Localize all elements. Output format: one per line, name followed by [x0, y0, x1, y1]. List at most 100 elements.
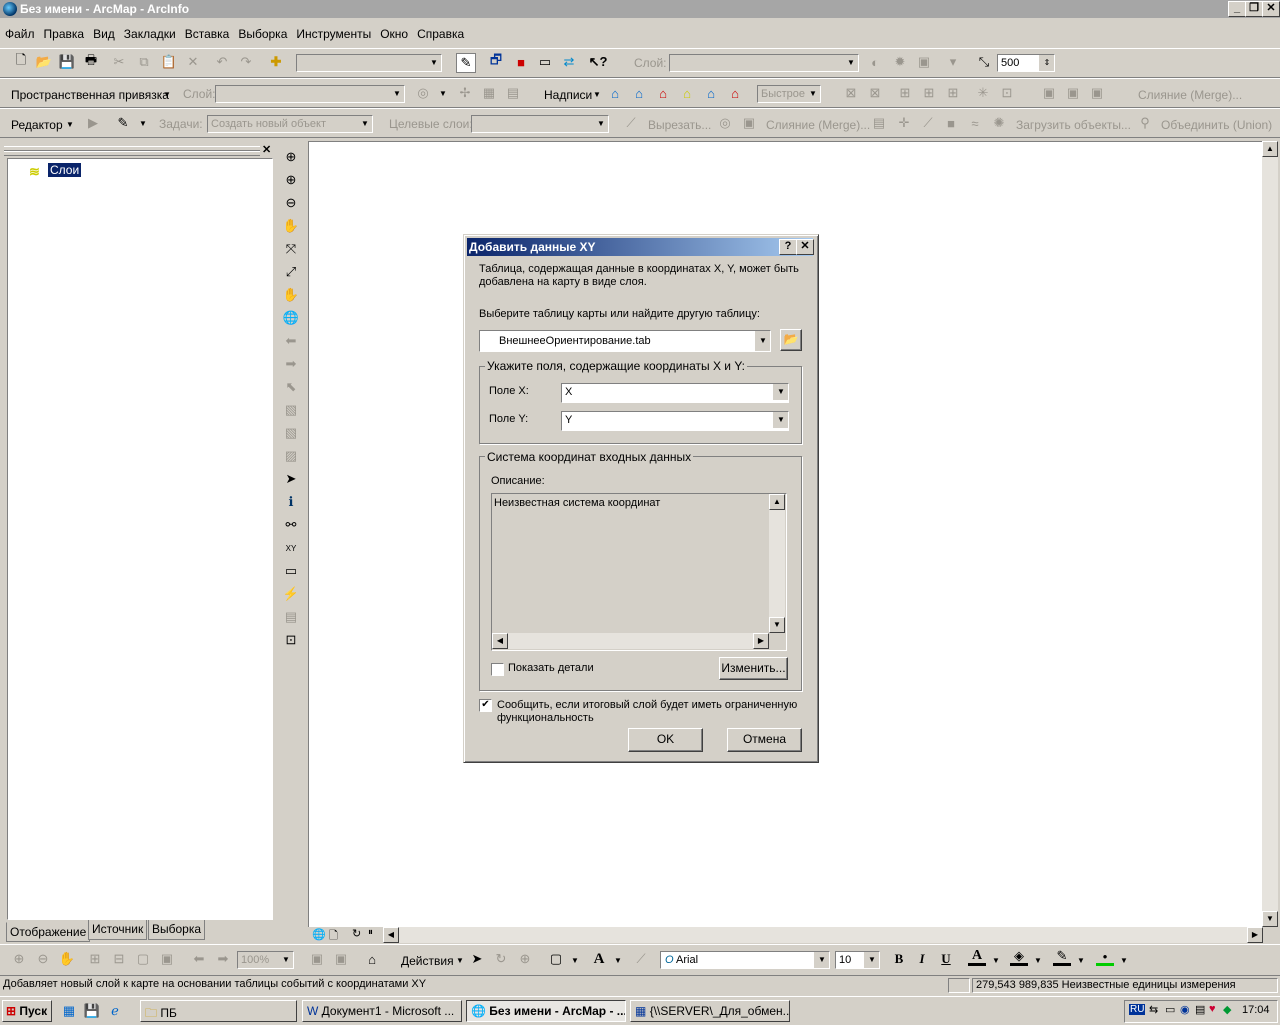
desc-scroll-left[interactable]: ◀ — [492, 633, 508, 649]
cancel-button[interactable]: Отмена — [727, 728, 802, 752]
geo-tool-9-icon[interactable]: ▣ — [1064, 84, 1082, 102]
font-combo[interactable]: O Arial ▼ — [660, 951, 830, 969]
select-elements-icon[interactable]: ▧ — [282, 424, 300, 442]
cut-icon[interactable]: ✂ — [110, 53, 128, 71]
contrast-icon[interactable]: ◐ — [866, 53, 884, 71]
zoom-in-icon[interactable]: ⊕ — [282, 148, 300, 166]
zoom-to-elements-icon[interactable]: ⊕ — [516, 950, 534, 968]
snap-env-icon[interactable]: ≈ — [966, 114, 984, 132]
change-button[interactable]: Изменить... — [719, 657, 788, 680]
select-features-icon[interactable]: ⬉ — [282, 378, 300, 396]
show-desktop-icon[interactable]: ▦ — [60, 1002, 78, 1020]
merge-label-2[interactable]: Слияние (Merge)... — [1138, 88, 1242, 102]
actions-menu[interactable]: Действия — [401, 954, 454, 968]
label-weight-icon[interactable]: ⌂ — [678, 84, 696, 102]
description-vscroll[interactable]: ▲ ▼ — [769, 494, 785, 633]
find-icon[interactable]: ⚯ — [282, 516, 300, 534]
move-icon[interactable]: ✛ — [895, 114, 913, 132]
pan-disabled-icon[interactable]: ✋ — [282, 217, 300, 235]
show-details-checkbox[interactable] — [491, 663, 504, 676]
attributes-icon[interactable]: ▤ — [870, 114, 888, 132]
page-pan-icon[interactable]: ✋ — [58, 950, 76, 968]
bold-button[interactable]: B — [890, 950, 908, 968]
labels-dropdown-icon[interactable]: ▼ — [588, 85, 606, 103]
line-color-icon[interactable]: ✎ — [1053, 948, 1071, 966]
underline-button[interactable]: U — [937, 950, 955, 968]
cut-label[interactable]: Вырезать... — [648, 118, 711, 132]
refresh-icon[interactable]: ↻ — [352, 927, 361, 940]
new-document-icon[interactable]: 🗋 — [12, 52, 30, 71]
menu-item-8[interactable]: Справка — [412, 24, 468, 41]
merge-label[interactable]: Слияние (Merge)... — [766, 118, 870, 132]
tray-display-icon[interactable]: ▭ — [1165, 1003, 1175, 1016]
geo-tool-1-icon[interactable]: ⊠ — [842, 84, 860, 102]
select-elements-arrow-icon[interactable]: ➤ — [468, 950, 486, 968]
fixed-zoom-in-icon[interactable]: ⤧ — [282, 240, 300, 258]
scroll-down-button[interactable]: ▼ — [1262, 911, 1278, 927]
geo-tool-3-icon[interactable]: ⊞ — [896, 84, 914, 102]
desc-scroll-right[interactable]: ▶ — [753, 633, 769, 649]
field-x-select[interactable]: X ▼ — [561, 383, 789, 403]
map-vertical-scrollbar[interactable]: ▲ ▼ — [1262, 141, 1278, 927]
zoom-percent-combo[interactable]: 100% ▼ — [237, 951, 294, 969]
change-layout-icon[interactable]: ⌂ — [363, 950, 381, 968]
zoom-out-fixed-icon[interactable]: ⊖ — [34, 950, 52, 968]
menu-item-6[interactable]: Инструменты — [291, 24, 375, 41]
font-color-dropdown-icon[interactable]: ▼ — [987, 951, 1005, 969]
task-combo[interactable]: Создать новый объект ▼ — [207, 115, 373, 133]
taskbar-item-pb[interactable]: 🗀 ПБ — [140, 1000, 297, 1022]
scroll-right-button[interactable]: ▶ — [1247, 927, 1263, 943]
add-data-icon[interactable]: ✚ — [267, 53, 285, 71]
menu-item-1[interactable]: Правка — [39, 24, 89, 41]
toc-close-icon[interactable]: ✕ — [262, 143, 271, 156]
redo-icon[interactable]: ↷ — [237, 53, 255, 71]
toggle-draft-icon[interactable]: ▣ — [308, 950, 326, 968]
scroll-left-button[interactable]: ◀ — [383, 927, 399, 943]
menu-item-3[interactable]: Закладки — [119, 24, 180, 41]
full-extent-icon[interactable]: 🌐 — [282, 309, 300, 327]
geo-tool-10-icon[interactable]: ▣ — [1088, 84, 1106, 102]
command-line-icon[interactable]: ▭ — [536, 53, 554, 71]
snap-tool-icon[interactable]: ✢ — [456, 84, 474, 102]
window-titlebar[interactable]: Без имени - ArcMap - ArcInfo _ ❐ ✕ — [0, 0, 1280, 18]
edit-tool-icon[interactable]: ▶ — [84, 114, 102, 132]
label-unplaced-icon[interactable]: ⌂ — [726, 84, 744, 102]
minimize-button[interactable]: _ — [1228, 1, 1246, 17]
reshape-icon[interactable]: ⟋ — [919, 114, 937, 132]
tab-source[interactable]: Источник — [88, 920, 148, 940]
clock[interactable]: 17:04 — [1242, 1004, 1270, 1016]
text-icon[interactable]: A — [590, 950, 608, 968]
warn-checkbox[interactable]: ✔ — [479, 699, 492, 712]
edit-vertices-icon[interactable]: ⟋ — [632, 950, 650, 968]
target-combo[interactable]: ▼ — [471, 115, 609, 133]
snap-dropdown-icon[interactable]: ▼ — [434, 84, 452, 102]
pan-icon[interactable]: ✋ — [282, 286, 300, 304]
measure-icon[interactable]: ▭ — [282, 562, 300, 580]
dialog-close-button[interactable]: ✕ — [796, 239, 814, 255]
tray-audio-icon[interactable]: ◉ — [1180, 1003, 1190, 1016]
taskbar-item-arcmap[interactable]: 🌐 Без имени - ArcMap - ... — [466, 1000, 626, 1022]
editor-dropdown-icon[interactable]: ▼ — [61, 115, 79, 133]
arctools-icon[interactable]: ■ — [512, 53, 530, 71]
snap-table-icon[interactable]: ▦ — [480, 84, 498, 102]
tray-heart-icon[interactable]: ♥ — [1209, 1003, 1216, 1015]
label-lock-icon[interactable]: ⌂ — [630, 84, 648, 102]
layer-combo[interactable]: ▼ — [669, 54, 859, 72]
field-y-select[interactable]: Y ▼ — [561, 411, 789, 431]
cut-polygon-icon[interactable]: ⟋ — [622, 114, 640, 132]
text-dropdown-icon[interactable]: ▼ — [609, 951, 627, 969]
rectangle-icon[interactable]: ▢ — [547, 950, 565, 968]
fill-icon[interactable]: ■ — [942, 114, 960, 132]
fixed-zoom-out-icon[interactable]: ⤢ — [282, 263, 300, 281]
fill-color-dropdown-icon[interactable]: ▼ — [1029, 951, 1047, 969]
tray-monitor-icon[interactable]: ▤ — [1195, 1003, 1205, 1016]
rectangle-dropdown-icon[interactable]: ▼ — [566, 951, 584, 969]
zoom-selected-icon[interactable]: ▨ — [282, 447, 300, 465]
sketch-dropdown-icon[interactable]: ▼ — [134, 114, 152, 132]
page-back-icon[interactable]: ⬅ — [190, 950, 208, 968]
line-color-dropdown-icon[interactable]: ▼ — [1072, 951, 1090, 969]
tab-selection[interactable]: Выборка — [148, 920, 206, 940]
start-button[interactable]: ⊞ Пуск — [2, 1000, 52, 1022]
undo-icon[interactable]: ↶ — [213, 53, 231, 71]
pause-icon[interactable]: ⏸ — [368, 927, 373, 938]
